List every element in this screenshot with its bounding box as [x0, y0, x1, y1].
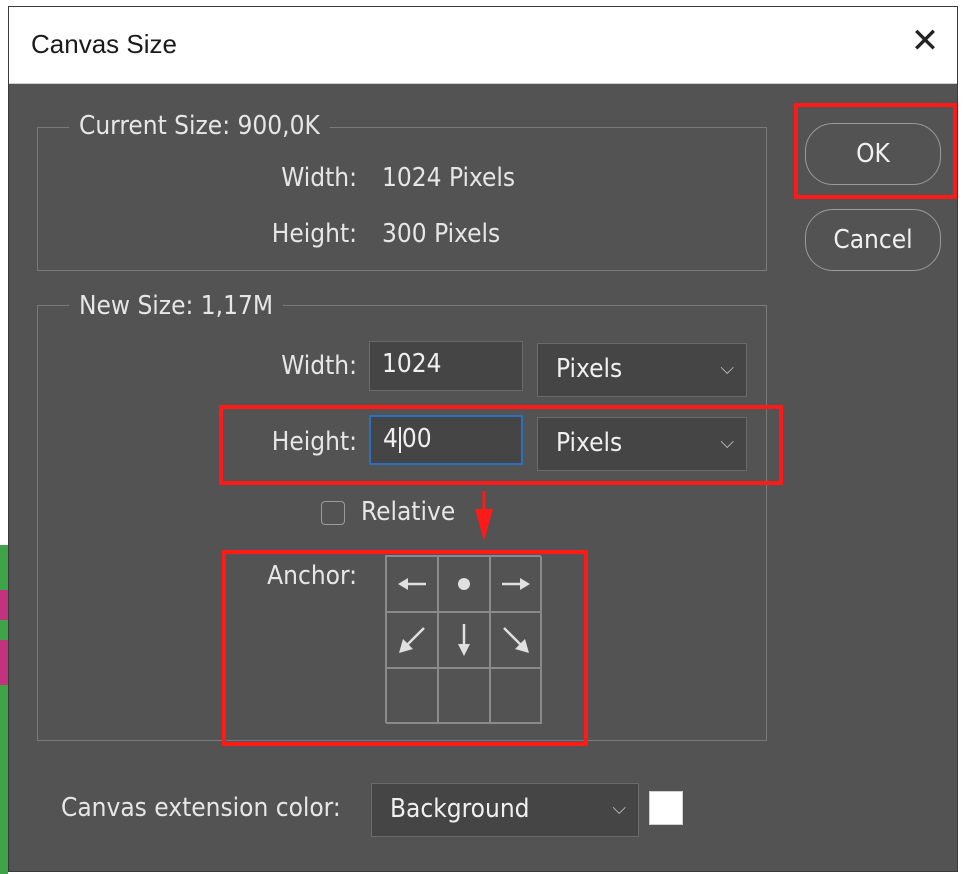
width-input[interactable]: 1024 [369, 341, 523, 391]
arrow-right-icon [502, 578, 530, 590]
current-height-label: Height: [271, 219, 357, 249]
text-caret [398, 426, 401, 453]
extension-color-swatch[interactable] [649, 791, 683, 825]
canvas-size-dialog: Canvas Size ✕ Current Size: 900,0K Width… [8, 6, 958, 872]
width-unit-value: Pixels [556, 354, 623, 384]
arrow-down-left-icon [399, 627, 425, 653]
background-edge-accent [0, 590, 8, 620]
relative-checkbox[interactable] [321, 501, 345, 525]
current-size-legend: Current Size: 900,0K [69, 111, 330, 141]
arrow-left-icon [398, 578, 426, 590]
anchor-top-left[interactable] [386, 556, 438, 612]
new-width-label: Width: [281, 351, 357, 381]
chevron-down-icon: ⌵ [612, 798, 626, 819]
current-width-label: Width: [281, 163, 357, 193]
new-height-label: Height: [271, 427, 357, 457]
dialog-title: Canvas Size [31, 29, 177, 59]
anchor-middle-center[interactable] [438, 612, 490, 668]
current-width-value: 1024 Pixels [382, 163, 516, 193]
current-height-value: 300 Pixels [382, 219, 501, 249]
anchor-top-right[interactable] [490, 556, 542, 612]
background-edge [0, 545, 8, 874]
anchor-bottom-left[interactable] [386, 668, 438, 724]
close-icon[interactable]: ✕ [907, 21, 943, 61]
relative-label[interactable]: Relative [361, 497, 455, 527]
height-unit-value: Pixels [556, 428, 623, 458]
arrow-down-icon [458, 624, 470, 656]
annotation-arrow-icon [475, 491, 493, 541]
title-bar: Canvas Size ✕ [9, 7, 957, 84]
extension-color-label: Canvas extension color: [61, 793, 341, 823]
chevron-down-icon: ⌵ [720, 358, 734, 379]
height-unit-select[interactable]: Pixels ⌵ [537, 417, 747, 471]
anchor-top-center[interactable] [438, 556, 490, 612]
anchor-label: Anchor: [267, 561, 357, 591]
extension-color-select[interactable]: Background ⌵ [371, 783, 639, 837]
extension-color-value: Background [390, 794, 530, 824]
chevron-down-icon: ⌵ [720, 432, 734, 453]
dot-icon [458, 578, 470, 590]
height-input-value-start: 4 [383, 424, 398, 454]
ok-button[interactable]: OK [805, 123, 941, 185]
anchor-middle-left[interactable] [386, 612, 438, 668]
height-input[interactable]: 4 00 [369, 415, 523, 465]
anchor-middle-right[interactable] [490, 612, 542, 668]
arrow-down-right-icon [503, 627, 529, 653]
background-edge-accent [0, 640, 8, 685]
anchor-grid[interactable] [385, 555, 542, 724]
anchor-bottom-center[interactable] [438, 668, 490, 724]
anchor-bottom-right[interactable] [490, 668, 542, 724]
cancel-button[interactable]: Cancel [805, 209, 941, 271]
new-size-legend: New Size: 1,17M [69, 291, 284, 321]
current-size-group [37, 127, 767, 271]
width-unit-select[interactable]: Pixels ⌵ [537, 343, 747, 397]
height-input-value-end: 00 [401, 424, 432, 454]
